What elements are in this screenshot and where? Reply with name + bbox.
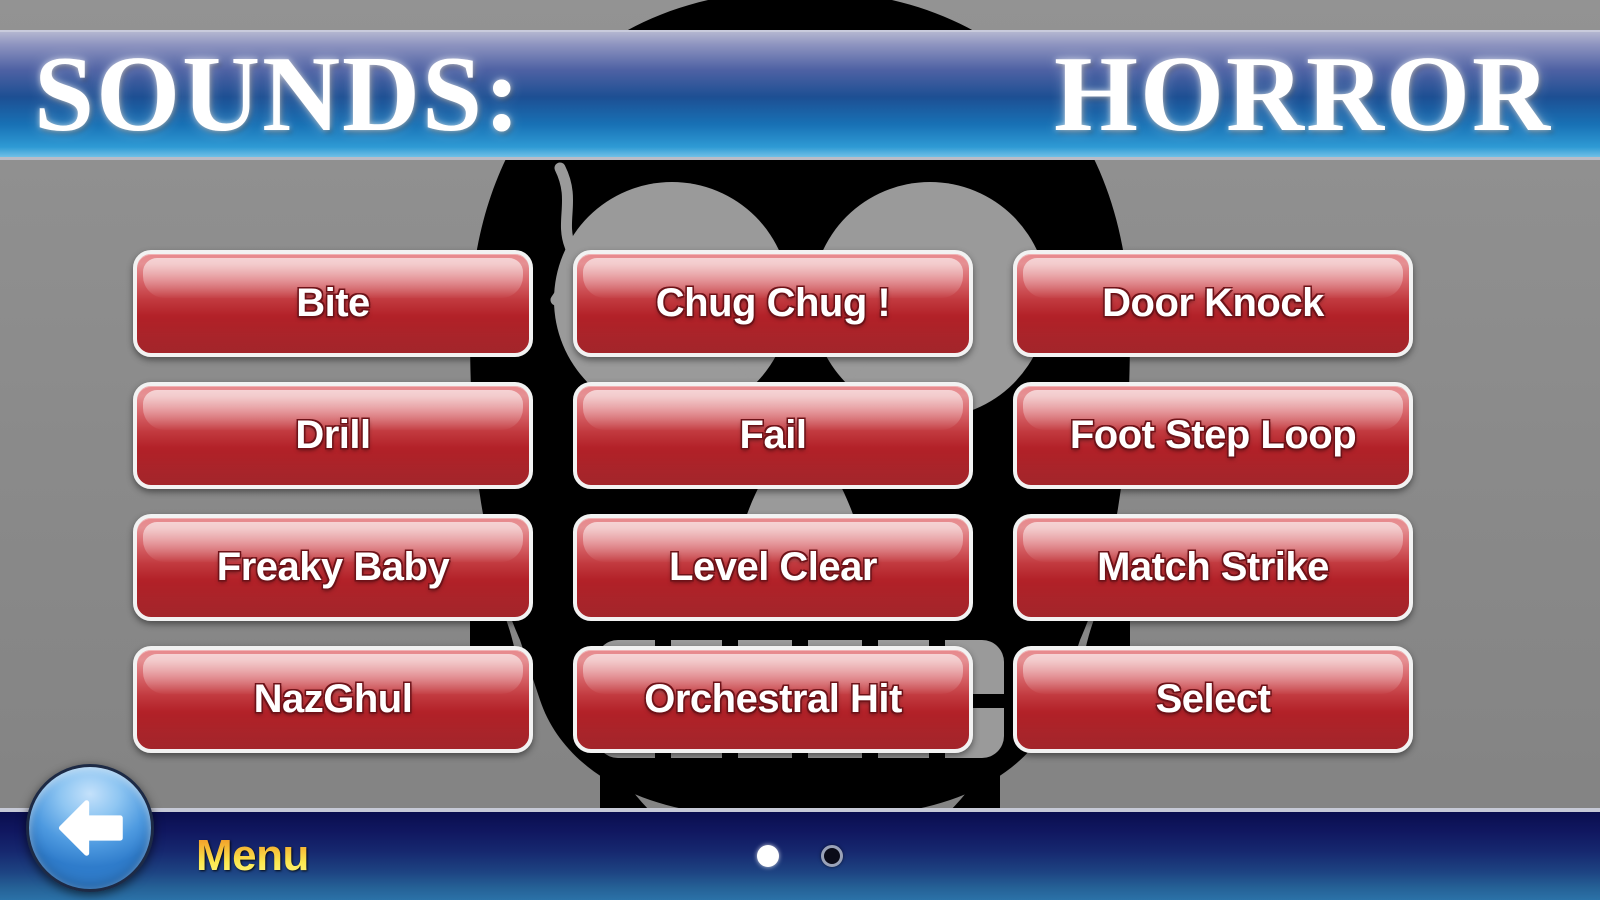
menu-label[interactable]: Menu <box>196 831 309 881</box>
pagination-dot-2[interactable] <box>821 845 843 867</box>
bottom-navigation-bar: Menu <box>0 808 1600 900</box>
sound-button-label: Level Clear <box>669 545 877 589</box>
sound-button-drill[interactable]: Drill <box>133 382 533 489</box>
sound-button-level-clear[interactable]: Level Clear <box>573 514 973 621</box>
sound-button-label: Chug Chug ! <box>655 281 891 325</box>
sound-button-door-knock[interactable]: Door Knock <box>1013 250 1413 357</box>
sound-button-label: Freaky Baby <box>216 545 450 589</box>
sound-button-label: Bite <box>296 281 370 325</box>
sound-button-label: NazGhul <box>253 677 413 721</box>
sound-button-grid: Bite Chug Chug ! Door Knock Drill Fail F… <box>133 250 1418 753</box>
sound-button-label: Match Strike <box>1097 545 1329 589</box>
left-arrow-icon <box>58 800 123 856</box>
sound-button-chug-chug[interactable]: Chug Chug ! <box>573 250 973 357</box>
sound-button-select[interactable]: Select <box>1013 646 1413 753</box>
sound-button-nazghul[interactable]: NazGhul <box>133 646 533 753</box>
sound-button-bite[interactable]: Bite <box>133 250 533 357</box>
sound-button-match-strike[interactable]: Match Strike <box>1013 514 1413 621</box>
sound-button-freaky-baby[interactable]: Freaky Baby <box>133 514 533 621</box>
page-title-category: SOUNDS: <box>34 34 523 154</box>
sound-button-label: Orchestral Hit <box>644 677 902 721</box>
sound-button-label: Fail <box>739 413 807 457</box>
back-button[interactable] <box>26 764 154 892</box>
sound-button-label: Foot Step Loop <box>1069 413 1357 457</box>
sound-button-label: Door Knock <box>1102 281 1324 325</box>
sound-button-fail[interactable]: Fail <box>573 382 973 489</box>
sound-button-foot-step-loop[interactable]: Foot Step Loop <box>1013 382 1413 489</box>
sound-button-label: Drill <box>295 413 371 457</box>
pagination-dot-1[interactable] <box>757 845 779 867</box>
sound-button-orchestral-hit[interactable]: Orchestral Hit <box>573 646 973 753</box>
sound-button-label: Select <box>1155 677 1271 721</box>
app-screen: SOUNDS: HORROR Bite Chug Chug ! Door Kno… <box>0 0 1600 900</box>
page-header: SOUNDS: HORROR <box>0 30 1600 160</box>
page-title-theme: HORROR <box>1054 34 1552 154</box>
